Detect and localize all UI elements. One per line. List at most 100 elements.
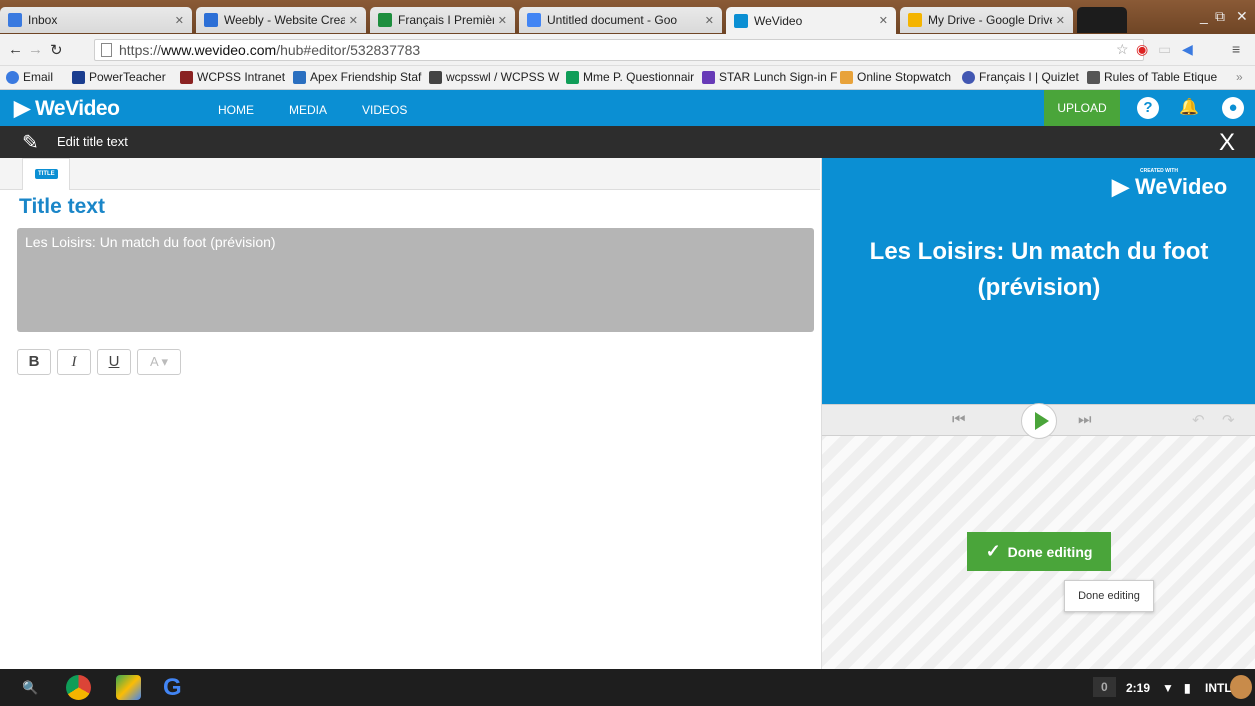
extension-icon[interactable]: ◉	[1136, 41, 1148, 58]
bookmark-quizlet[interactable]: Français I | Quizlet	[962, 70, 1079, 84]
bookmarks-bar: Email PowerTeacher WCPSS Intranet Apex F…	[0, 66, 1255, 90]
font-color-dropdown[interactable]: A ▾	[137, 349, 181, 375]
star-icon[interactable]: ☆	[1116, 41, 1129, 58]
close-icon[interactable]: ✕	[349, 14, 358, 27]
bold-button[interactable]: B	[17, 349, 51, 375]
google-icon[interactable]: G	[163, 675, 188, 700]
overflow-chevron-icon[interactable]: »	[1236, 70, 1243, 84]
watermark-logo: CREATED WITH ▶ WeVideo	[1112, 168, 1228, 199]
wcpss-icon	[180, 70, 193, 84]
quizlet-icon	[962, 70, 975, 84]
close-icon[interactable]: ✕	[175, 14, 184, 27]
bookmark-online-stopwatch[interactable]: Online Stopwatch	[840, 70, 951, 84]
pencil-icon: ✎	[22, 132, 39, 154]
notification-count[interactable]: 0	[1093, 677, 1116, 697]
forms-icon	[702, 70, 715, 84]
help-icon[interactable]: ?	[1137, 97, 1159, 119]
tab-weebly[interactable]: Weebly - Website Creati ✕	[196, 7, 366, 33]
underline-button[interactable]: U	[97, 349, 131, 375]
bookmark-apex[interactable]: Apex Friendship Staf	[293, 70, 421, 84]
reload-icon[interactable]: ↻	[50, 41, 63, 59]
new-tab-button[interactable]	[1077, 7, 1127, 33]
page-icon	[101, 43, 112, 57]
skip-back-icon[interactable]: ⏮	[952, 411, 966, 428]
extension-icon[interactable]: ◀	[1182, 41, 1193, 58]
weebly-icon	[204, 13, 218, 27]
status-tray[interactable]: 0 2:19 ▼ ▮ INTL	[1093, 675, 1255, 701]
close-icon[interactable]: ✕	[705, 14, 714, 27]
nav-home[interactable]: HOME	[218, 103, 254, 117]
chrome-icon[interactable]	[66, 675, 91, 700]
tab-inbox[interactable]: Inbox ✕	[0, 7, 192, 33]
cast-icon[interactable]: ▭	[1158, 41, 1171, 58]
minimize-icon[interactable]: _	[1200, 8, 1208, 24]
battery-icon: ▮	[1184, 681, 1191, 695]
restore-icon[interactable]: ⧉	[1215, 8, 1225, 25]
os-shelf: 🔍 G 0 2:19 ▼ ▮ INTL	[0, 669, 1255, 706]
powerteacher-icon	[72, 70, 85, 84]
done-editing-tooltip: Done editing	[1064, 580, 1154, 612]
section-title: Title text	[19, 195, 105, 218]
wevideo-logo[interactable]: ▶ WeVideo	[14, 96, 120, 121]
close-icon[interactable]: ✕	[1056, 14, 1065, 27]
inbox-icon	[8, 13, 22, 27]
wifi-icon: ▼	[1162, 681, 1174, 695]
format-toolbar: B I U A ▾	[17, 349, 187, 375]
skip-forward-icon[interactable]: ⏭	[1078, 411, 1092, 428]
docs-icon	[527, 13, 541, 27]
preview-panel: CREATED WITH ▶ WeVideo Les Loisirs: Un ma…	[821, 158, 1255, 669]
bookmark-star-lunch[interactable]: STAR Lunch Sign-in F	[702, 70, 838, 84]
avatar[interactable]	[1230, 675, 1252, 699]
clock: 2:19	[1126, 681, 1151, 695]
close-icon[interactable]: ✕	[879, 14, 888, 27]
sheets-icon	[566, 70, 579, 84]
tab-title[interactable]: TITLE	[22, 158, 70, 190]
bookmark-email[interactable]: Email	[6, 70, 53, 84]
tab-my-drive[interactable]: My Drive - Google Drive ✕	[900, 7, 1073, 33]
text-color-icon: A	[149, 354, 158, 369]
redo-icon[interactable]: ↷	[1222, 411, 1235, 429]
upload-button[interactable]: UPLOAD	[1044, 90, 1120, 126]
editor-panel: TITLE Title text Les Loisirs: Un match d…	[0, 158, 820, 669]
done-editing-button[interactable]: ✓ Done editing	[967, 532, 1111, 571]
stopwatch-icon	[840, 70, 853, 84]
editor-tabs: TITLE	[0, 158, 820, 190]
bookmark-wcpsswl[interactable]: wcpsswl / WCPSS W	[429, 70, 559, 84]
back-icon[interactable]: ←	[8, 41, 23, 58]
bookmark-powerteacher[interactable]: PowerTeacher	[72, 70, 166, 84]
address-bar[interactable]: https://www.wevideo.com/hub#editor/53283…	[94, 39, 1144, 61]
apex-icon	[293, 70, 306, 84]
bookmark-rules-table[interactable]: Rules of Table Etique	[1087, 70, 1217, 84]
window-close-icon[interactable]: ✕	[1236, 8, 1248, 25]
page-icon	[1087, 70, 1100, 84]
italic-button[interactable]: I	[57, 349, 91, 375]
app-header: ▶ WeVideo HOME MEDIA VIDEOS UPLOAD ? 🔔 ●	[0, 90, 1255, 126]
preview-title: Les Loisirs: Un match du foot (prévision…	[869, 238, 1209, 301]
nav-videos[interactable]: VIDEOS	[362, 103, 407, 117]
nav-media[interactable]: MEDIA	[289, 103, 327, 117]
classroom-icon	[378, 13, 392, 27]
close-editor-button[interactable]: X	[1219, 129, 1235, 157]
tab-wevideo[interactable]: WeVideo ✕	[726, 7, 896, 34]
avatar-icon[interactable]: ●	[1222, 97, 1244, 119]
tab-untitled-document[interactable]: Untitled document - Goo ✕	[519, 7, 722, 33]
title-text-input[interactable]: Les Loisirs: Un match du foot (prévision…	[17, 228, 814, 332]
search-icon[interactable]: 🔍	[22, 680, 38, 696]
video-preview[interactable]: CREATED WITH ▶ WeVideo Les Loisirs: Un ma…	[822, 158, 1255, 404]
bookmark-wcpss-intranet[interactable]: WCPSS Intranet	[180, 70, 285, 84]
menu-icon[interactable]: ≡	[1232, 41, 1240, 57]
undo-icon[interactable]: ↶	[1192, 411, 1205, 429]
close-icon[interactable]: ✕	[498, 14, 507, 27]
pb-icon	[429, 70, 442, 84]
globe-icon	[6, 70, 19, 84]
wevideo-icon	[734, 13, 748, 28]
bell-icon[interactable]: 🔔	[1178, 97, 1200, 119]
browser-tab-strip: Inbox ✕ Weebly - Website Creati ✕ França…	[0, 0, 1255, 34]
edit-bar-title: Edit title text	[57, 134, 128, 149]
forward-icon[interactable]: →	[28, 41, 43, 58]
maps-icon[interactable]	[116, 675, 141, 700]
edit-bar: ✎ Edit title text X	[0, 126, 1255, 158]
bookmark-questionnaire[interactable]: Mme P. Questionnair	[566, 70, 694, 84]
tab-francais[interactable]: Français I Première ✕	[370, 7, 515, 33]
play-button[interactable]	[1021, 403, 1057, 439]
